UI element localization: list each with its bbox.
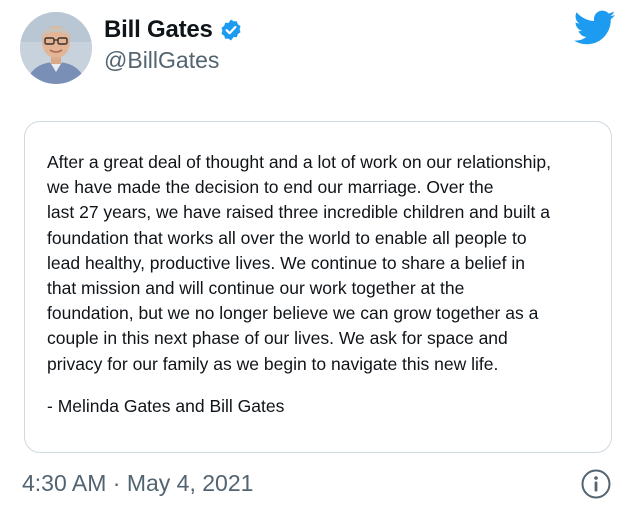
statement-line: lead healthy, productive lives. We conti… <box>47 252 525 273</box>
profile-avatar-image <box>20 12 92 84</box>
statement-line: that mission and will continue our work … <box>47 278 465 299</box>
tweet-timestamp[interactable]: 4:30 AM · May 4, 2021 <box>22 470 253 497</box>
statement-line: last 27 years, we have raised three incr… <box>47 202 550 223</box>
info-icon[interactable] <box>580 468 612 500</box>
avatar[interactable] <box>20 12 92 84</box>
author-handle[interactable]: @BillGates <box>104 47 219 74</box>
twitter-bird-icon[interactable] <box>573 10 616 46</box>
statement-text: After a great deal of thought and a lot … <box>47 150 602 377</box>
statement-line: After a great deal of thought and a lot … <box>47 152 551 172</box>
verified-badge-icon <box>219 18 243 42</box>
author-name-row: Bill Gates <box>104 14 243 46</box>
author-display-name[interactable]: Bill Gates <box>104 16 213 44</box>
quoted-statement-card: After a great deal of thought and a lot … <box>24 121 612 453</box>
statement-line: couple in this next phase of our lives. … <box>47 328 508 349</box>
statement-line: privacy for our family as we begin to na… <box>47 353 499 374</box>
statement-line: foundation that works all over the world… <box>47 227 527 248</box>
statement-line: foundation, but we no longer believe we … <box>47 303 539 324</box>
statement-signature: - Melinda Gates and Bill Gates <box>47 396 285 416</box>
statement-line: we have made the decision to end our mar… <box>47 177 494 198</box>
